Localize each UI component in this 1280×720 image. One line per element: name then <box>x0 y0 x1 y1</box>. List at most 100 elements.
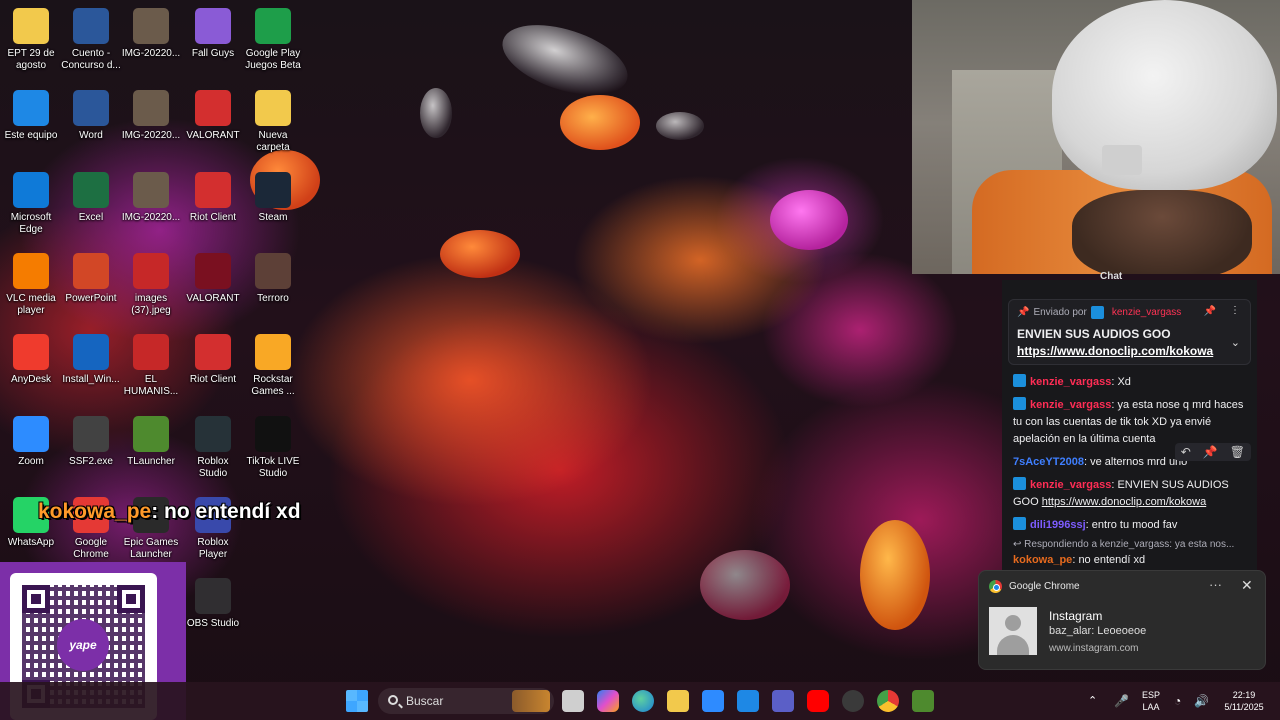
chat-text: Xd <box>1117 376 1131 388</box>
mail-icon[interactable] <box>737 690 759 712</box>
pinned-by-user[interactable]: kenzie_vargass <box>1112 307 1181 318</box>
desktop-icon[interactable]: EL HUMANIS... <box>120 334 182 398</box>
chat-panel: 📌 Enviado por kenzie_vargass 📌 ⋮ ENVIEN … <box>1002 280 1257 572</box>
desktop-icon[interactable]: IMG-20220... <box>120 172 182 224</box>
desktop-icon[interactable]: Cuento - Concurso d... <box>60 8 122 72</box>
desktop-icon[interactable]: PowerPoint <box>60 253 122 305</box>
teams-icon[interactable] <box>772 690 794 712</box>
desktop-icon-label: VALORANT <box>186 130 240 141</box>
notification-app: Google Chrome <box>1009 581 1080 592</box>
chat-username[interactable]: kenzie_vargass <box>1030 479 1111 491</box>
desktop-icon[interactable]: Rockstar Games ... <box>242 334 304 398</box>
time: 22:19 <box>1232 690 1256 700</box>
chat-message: kenzie_vargass: Xd <box>1002 371 1257 394</box>
wifi-icon[interactable]: ◔ <box>1174 682 1181 720</box>
language-indicator[interactable]: ESP LAA <box>1138 682 1164 720</box>
tiktok-icon <box>255 416 291 452</box>
desktop-icon-label: TLauncher <box>127 456 175 467</box>
task-view-icon[interactable] <box>562 690 584 712</box>
more-options-icon[interactable]: ··· <box>1209 577 1222 592</box>
microphone-icon[interactable]: 🎤 <box>1114 682 1129 720</box>
chat-username[interactable]: dili1996ssj <box>1030 519 1086 531</box>
pin-icon[interactable]: 📌 <box>1203 445 1218 459</box>
desktop-icon-label: Roblox Studio <box>197 456 229 479</box>
unpin-icon[interactable]: 📌 <box>1204 306 1216 317</box>
pinned-link[interactable]: https://www.donoclip.com/kokowa <box>1017 344 1242 358</box>
folder-icon <box>255 90 291 126</box>
desktop-icon[interactable]: Este equipo <box>0 90 62 142</box>
reply-context: ↩ Respondiendo a kenzie_vargass: ya esta… <box>1002 537 1257 552</box>
store-icon[interactable] <box>702 690 724 712</box>
chat-username[interactable]: kenzie_vargass <box>1030 376 1111 388</box>
search-icon <box>388 695 398 705</box>
desktop-icon[interactable]: VALORANT <box>182 90 244 142</box>
user-badge-icon <box>1013 477 1026 490</box>
desktop-icon[interactable]: Nueva carpeta <box>242 90 304 154</box>
desktop-icon[interactable]: IMG-20220... <box>120 8 182 60</box>
desktop-icon[interactable]: EPT 29 de agosto <box>0 8 62 72</box>
desktop-icon[interactable]: VALORANT <box>182 253 244 305</box>
chat-text: no entendí xd <box>1078 554 1146 566</box>
valorant-icon <box>195 253 231 289</box>
volume-icon[interactable]: 🔊 <box>1194 682 1209 720</box>
chat-link[interactable]: https://www.donoclip.com/kokowa <box>1042 496 1206 508</box>
excel-icon <box>73 172 109 208</box>
desktop-icon[interactable]: Riot Client <box>182 172 244 224</box>
desktop-icon[interactable]: Install_Win... <box>60 334 122 386</box>
user-badge-icon <box>1013 397 1026 410</box>
wallpaper-blob <box>656 112 704 140</box>
desktop-icon[interactable]: TLauncher <box>120 416 182 468</box>
desktop-icon-label: PowerPoint <box>65 293 117 304</box>
webcam-overlay <box>912 0 1280 274</box>
desktop-icon[interactable]: OBS Studio <box>182 578 244 630</box>
chat-username[interactable]: 7sAceYT2008 <box>1013 456 1084 468</box>
edge-icon[interactable] <box>632 690 654 712</box>
windows-start-icon[interactable] <box>346 690 368 712</box>
desktop-icon-label: Riot Client <box>189 212 237 223</box>
desktop-icon[interactable]: SSF2.exe <box>60 416 122 468</box>
copilot-icon[interactable] <box>597 690 619 712</box>
obs-icon[interactable] <box>842 690 864 712</box>
file-explorer-icon[interactable] <box>667 690 689 712</box>
image-icon <box>133 253 169 289</box>
youtube-icon[interactable] <box>807 690 829 712</box>
minecraft-icon[interactable] <box>912 690 934 712</box>
desktop-icon[interactable]: Roblox Studio <box>182 416 244 480</box>
desktop-icon[interactable]: Steam <box>242 172 304 224</box>
pin-icon: 📌 <box>1017 307 1030 318</box>
obs-icon <box>195 578 231 614</box>
chrome-icon[interactable] <box>877 690 899 712</box>
desktop-icon[interactable]: IMG-20220... <box>120 90 182 142</box>
pinned-message[interactable]: 📌 Enviado por kenzie_vargass 📌 ⋮ ENVIEN … <box>1008 299 1251 365</box>
more-options-icon[interactable]: ⋮ <box>1230 305 1240 316</box>
chat-text: entro tu mood fav <box>1091 519 1178 531</box>
search-label: Buscar <box>406 694 444 708</box>
chat-username[interactable]: kenzie_vargass <box>1030 399 1111 411</box>
desktop-icon[interactable]: Riot Client <box>182 334 244 386</box>
chrome-notification[interactable]: Google Chrome ··· ✕ Instagram baz_alar: … <box>978 570 1266 670</box>
photo-icon <box>255 253 291 289</box>
chat-username[interactable]: kokowa_pe <box>1013 554 1072 566</box>
desktop-icon-label: EPT 29 de agosto <box>7 48 55 71</box>
show-hidden-icons[interactable]: ⌃ <box>1088 682 1097 720</box>
desktop-icon[interactable]: Excel <box>60 172 122 224</box>
yape-logo: yape <box>57 619 109 671</box>
desktop-icon[interactable]: TikTok LIVE Studio <box>242 416 304 480</box>
desktop-icon[interactable]: Word <box>60 90 122 142</box>
close-icon[interactable]: ✕ <box>1241 577 1253 594</box>
delete-icon[interactable]: 🗑 <box>1230 445 1245 459</box>
desktop-icon[interactable]: Terroro <box>242 253 304 305</box>
desktop-icon[interactable]: Fall Guys <box>182 8 244 60</box>
desktop-icon[interactable]: AnyDesk <box>0 334 62 386</box>
desktop-icon[interactable]: images (37).jpeg <box>120 253 182 317</box>
reply-icon[interactable]: ↶ <box>1181 445 1191 459</box>
clock[interactable]: 22:19 5/11/2025 <box>1216 682 1272 720</box>
desktop-icon-label: images (37).jpeg <box>131 293 171 316</box>
widgets-icon[interactable] <box>512 690 550 712</box>
word-icon <box>73 90 109 126</box>
desktop-icon[interactable]: Google Play Juegos Beta <box>242 8 304 72</box>
desktop-icon[interactable]: Microsoft Edge <box>0 172 62 236</box>
chevron-down-icon[interactable]: ⌄ <box>1231 336 1240 349</box>
desktop-icon[interactable]: VLC media player <box>0 253 62 317</box>
desktop-icon[interactable]: Zoom <box>0 416 62 468</box>
